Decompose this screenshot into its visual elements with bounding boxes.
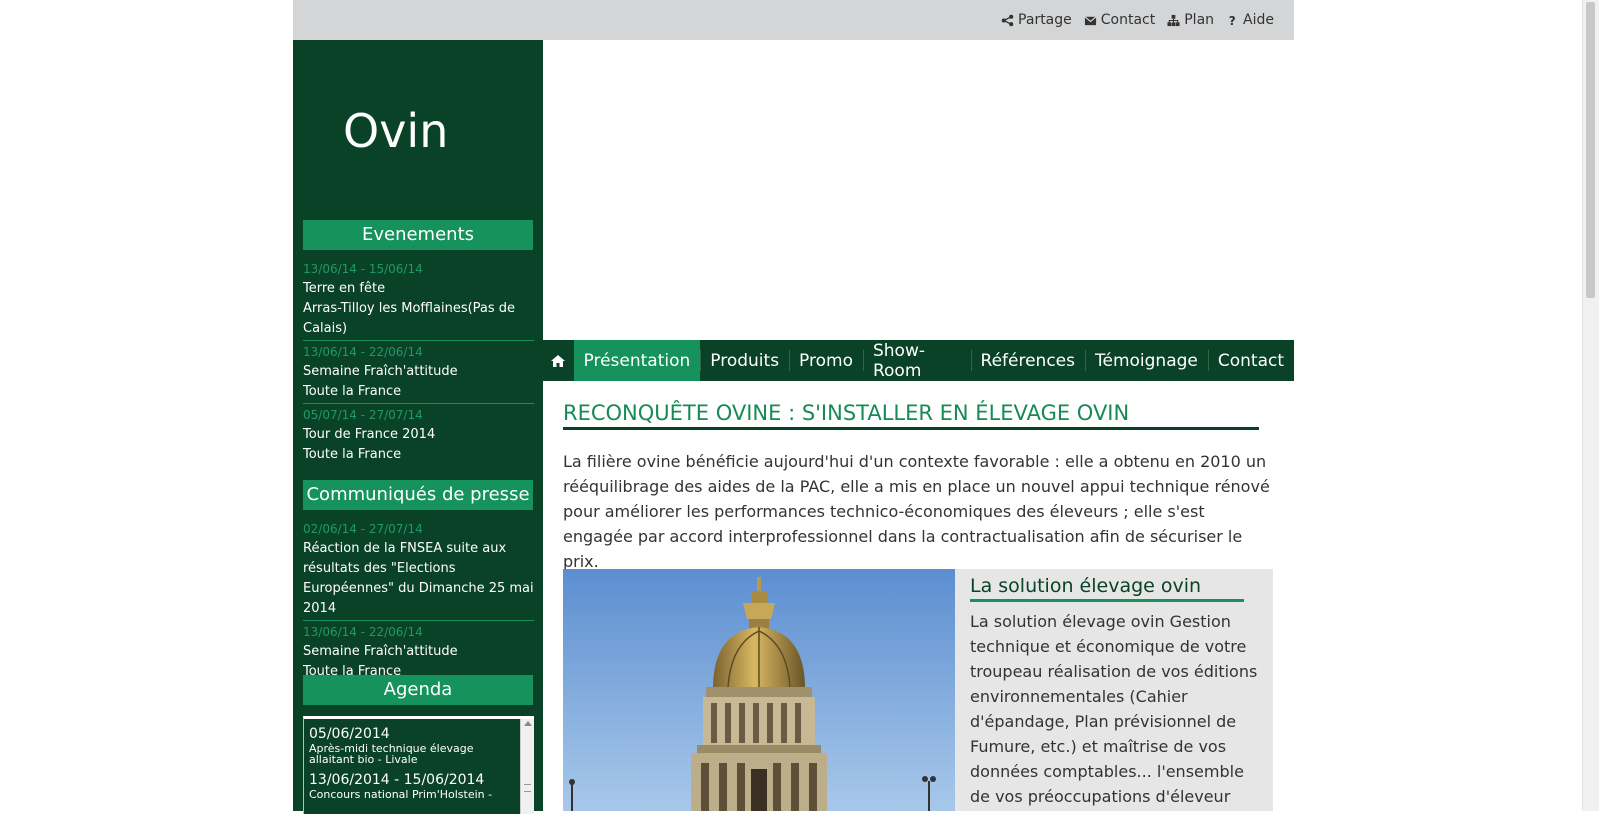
- plan-label: Plan: [1184, 12, 1215, 28]
- sitemap-icon: [1167, 14, 1180, 26]
- event-date: 05/07/14 - 27/07/14: [303, 408, 423, 422]
- site-title[interactable]: Ovin: [343, 104, 448, 158]
- events-list: 13/06/14 - 15/06/14 Terre en fête Arras-…: [303, 258, 534, 466]
- nav-item-contact[interactable]: Contact: [1207, 340, 1294, 381]
- share-link[interactable]: Partage: [1001, 12, 1072, 28]
- dome-illustration: [563, 569, 955, 811]
- event-title: Terre en fête: [303, 281, 386, 296]
- event-item[interactable]: 05/07/14 - 27/07/14 Tour de France 2014 …: [303, 404, 534, 466]
- agenda-item[interactable]: 05/06/2014 Après-midi technique élevage …: [304, 719, 514, 765]
- agenda-item[interactable]: 13/06/2014 - 15/06/2014 Concours nationa…: [304, 765, 514, 800]
- nav-home[interactable]: [543, 340, 574, 381]
- page-scrollbar[interactable]: [1582, 0, 1599, 811]
- event-title: Semaine Fraîch'attitude: [303, 364, 458, 379]
- agenda-date: 05/06/2014: [309, 726, 390, 742]
- page-wrapper: Partage Contact Plan ? Aide Ovin Eveneme…: [293, 0, 1294, 814]
- share-label: Partage: [1018, 12, 1072, 28]
- contact-label: Contact: [1100, 12, 1156, 28]
- event-date: 13/06/14 - 15/06/14: [303, 262, 423, 276]
- scrollbar-thumb[interactable]: [1586, 2, 1595, 298]
- main-nav: Présentation Produits Promo Show-Room Ré…: [543, 340, 1294, 381]
- scroll-up-icon[interactable]: [524, 721, 532, 726]
- nav-item-temoignage[interactable]: Témoignage: [1084, 340, 1208, 381]
- event-location: Toute la France: [303, 384, 402, 399]
- share-icon: [1001, 14, 1014, 26]
- dome-photo: [563, 569, 955, 811]
- nav-item-promo[interactable]: Promo: [789, 340, 863, 381]
- banner-area: [543, 40, 1294, 340]
- agenda-date: 13/06/2014 - 15/06/2014: [309, 772, 485, 788]
- press-title: Semaine Fraîch'attitude: [303, 644, 458, 659]
- top-bar: Partage Contact Plan ? Aide: [293, 0, 1294, 40]
- nav-item-references[interactable]: Références: [970, 340, 1085, 381]
- help-link[interactable]: ? Aide: [1226, 12, 1274, 28]
- agenda-scrollbar[interactable]: [520, 719, 534, 814]
- sidebar: Ovin Evenements 13/06/14 - 15/06/14 Terr…: [293, 40, 543, 811]
- event-title: Tour de France 2014: [303, 427, 436, 442]
- nav-item-produits[interactable]: Produits: [700, 340, 789, 381]
- events-heading: Evenements: [303, 220, 533, 250]
- press-title: Réaction de la FNSEA suite aux résultats…: [303, 541, 534, 616]
- agenda-list[interactable]: 05/06/2014 Après-midi technique élevage …: [303, 716, 534, 814]
- intro-paragraph: La filière ovine bénéficie aujourd'hui d…: [563, 452, 1270, 571]
- event-date: 13/06/14 - 22/06/14: [303, 345, 423, 359]
- solution-box: La solution élevage ovin La solution éle…: [955, 569, 1273, 811]
- page-title: RECONQUÊTE OVINE : S'INSTALLER EN ÉLEVAG…: [563, 401, 1259, 430]
- contact-link[interactable]: Contact: [1084, 12, 1155, 28]
- press-item[interactable]: 02/06/14 - 27/07/14 Réaction de la FNSEA…: [303, 518, 534, 621]
- home-icon: [551, 354, 566, 367]
- solution-title[interactable]: La solution élevage ovin: [970, 575, 1244, 602]
- plan-link[interactable]: Plan: [1167, 12, 1214, 28]
- event-item[interactable]: 13/06/14 - 22/06/14 Semaine Fraîch'attit…: [303, 341, 534, 404]
- press-date: 02/06/14 - 27/07/14: [303, 522, 423, 536]
- press-heading: Communiqués de presse: [303, 480, 533, 510]
- nav-item-presentation[interactable]: Présentation: [573, 340, 701, 381]
- press-date: 13/06/14 - 22/06/14: [303, 625, 423, 639]
- agenda-text: Après-midi technique élevage allaitant b…: [309, 742, 474, 766]
- press-list: 02/06/14 - 27/07/14 Réaction de la FNSEA…: [303, 518, 534, 683]
- scroll-grip-icon: [524, 784, 531, 792]
- event-location: Arras-Tilloy les Mofflaines(Pas de Calai…: [303, 301, 516, 336]
- nav-item-showroom[interactable]: Show-Room: [862, 340, 971, 381]
- question-icon: ?: [1229, 14, 1236, 27]
- agenda-heading: Agenda: [303, 675, 533, 705]
- solution-text: La solution élevage ovin Gestion techniq…: [970, 612, 1258, 806]
- agenda-text: Concours national Prim'Holstein -: [309, 788, 493, 801]
- help-label: Aide: [1243, 12, 1274, 28]
- event-location: Toute la France: [303, 447, 402, 462]
- envelope-icon: [1084, 15, 1097, 25]
- svg-text:?: ?: [1229, 14, 1236, 27]
- event-item[interactable]: 13/06/14 - 15/06/14 Terre en fête Arras-…: [303, 258, 534, 341]
- press-item[interactable]: 13/06/14 - 22/06/14 Semaine Fraîch'attit…: [303, 621, 534, 683]
